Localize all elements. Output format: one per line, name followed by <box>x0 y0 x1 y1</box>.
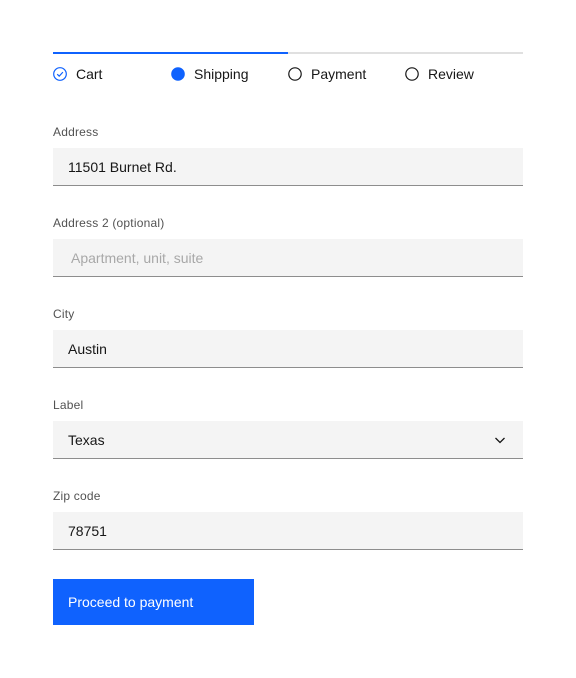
step-payment[interactable]: Payment <box>288 64 366 84</box>
proceed-to-payment-button[interactable]: Proceed to payment <box>53 579 254 625</box>
city-label: City <box>53 307 75 321</box>
step-review[interactable]: Review <box>405 64 474 84</box>
zip-value: 78751 <box>68 522 107 539</box>
step-shipping[interactable]: Shipping <box>171 64 249 84</box>
zip-label: Zip code <box>53 489 101 503</box>
zip-input[interactable]: 78751 <box>53 512 523 550</box>
address2-field: Address 2 (optional) Apartment, unit, su… <box>53 215 523 277</box>
zip-field: Zip code 78751 <box>53 488 523 550</box>
address-field: Address 11501 Burnet Rd. <box>53 124 523 186</box>
step-label: Payment <box>311 66 367 82</box>
chevron-down-icon <box>495 437 505 444</box>
address-value: 11501 Burnet Rd. <box>68 158 177 175</box>
state-field: Label Texas <box>53 397 523 459</box>
step-cart[interactable]: Cart <box>53 64 102 84</box>
state-label: Label <box>53 398 84 412</box>
checkmark-circle-icon <box>53 67 67 81</box>
progress-indicator: Cart Shipping Payment Review <box>53 52 523 92</box>
city-field: City Austin <box>53 306 523 368</box>
address2-input[interactable]: Apartment, unit, suite <box>53 239 523 277</box>
step-label: Shipping <box>194 66 249 82</box>
state-select[interactable]: Texas <box>53 421 523 459</box>
city-input[interactable]: Austin <box>53 330 523 368</box>
city-value: Austin <box>68 340 107 357</box>
step-label: Review <box>428 66 474 82</box>
address2-label: Address 2 (optional) <box>53 216 165 230</box>
state-value: Texas <box>68 431 105 448</box>
empty-circle-icon <box>288 67 302 81</box>
empty-circle-icon <box>405 67 419 81</box>
progress-fill <box>53 52 288 54</box>
address2-placeholder: Apartment, unit, suite <box>71 249 204 266</box>
address-label: Address <box>53 125 99 139</box>
step-label: Cart <box>76 66 103 82</box>
address-input[interactable]: 11501 Burnet Rd. <box>53 148 523 186</box>
filled-circle-icon <box>171 67 185 81</box>
progress-steps: Cart Shipping Payment Review <box>53 64 523 84</box>
